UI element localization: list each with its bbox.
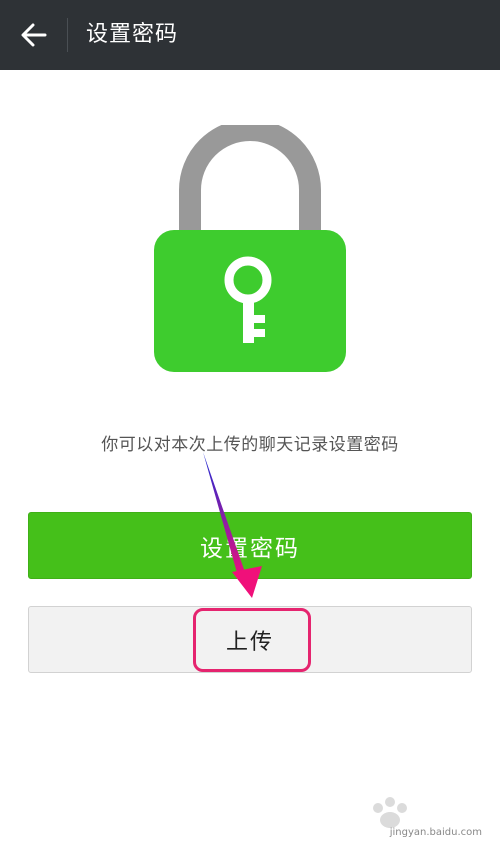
page-title: 设置密码 bbox=[86, 22, 179, 47]
set-password-button[interactable]: 设置密码 bbox=[28, 512, 472, 579]
upload-button[interactable]: 上传 bbox=[28, 606, 472, 673]
title-divider bbox=[67, 18, 68, 52]
lock-illustration bbox=[150, 119, 350, 375]
padlock-key-icon bbox=[154, 119, 346, 372]
screen: 设置密码 你可以对本次上传的聊天记录设置密码 设置密码 上传 jingyan.b… bbox=[0, 0, 500, 850]
description-text: 你可以对本次上传的聊天记录设置密码 bbox=[101, 435, 399, 455]
back-button[interactable] bbox=[14, 17, 54, 53]
arrow-left-icon bbox=[21, 23, 47, 47]
watermark-text: jingyan.baidu.com bbox=[389, 827, 482, 838]
title-bar: 设置密码 bbox=[0, 0, 500, 70]
